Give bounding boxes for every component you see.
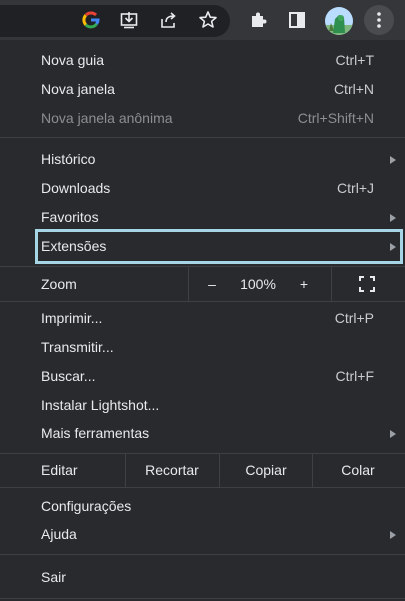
browser-toolbar (0, 0, 405, 40)
share-icon[interactable] (157, 8, 181, 32)
menu-item-find[interactable]: Buscar... Ctrl+F (0, 362, 405, 391)
menu-separator (0, 554, 405, 555)
menu-item-label: Ajuda (41, 526, 77, 542)
menu-item-label: Imprimir... (41, 310, 103, 326)
fullscreen-button[interactable] (352, 267, 382, 301)
menu-item-bookmarks[interactable]: Favoritos (0, 203, 405, 232)
google-icon[interactable] (79, 8, 103, 32)
menu-bottom-edge (0, 598, 405, 599)
side-panel-icon[interactable] (285, 8, 309, 32)
menu-item-label: Nova janela (41, 81, 115, 97)
zoom-divider (331, 267, 332, 301)
menu-item-label: Configurações (41, 498, 132, 514)
submenu-arrow-icon (390, 214, 396, 222)
menu-item-label: Instalar Lightshot... (41, 397, 160, 413)
menu-item-shortcut: Ctrl+Shift+N (297, 110, 374, 126)
extensions-icon[interactable] (246, 8, 270, 32)
menu-item-label: Nova guia (41, 52, 105, 68)
menu-item-label: Nova janela anônima (41, 110, 173, 126)
edit-label: Editar (41, 462, 78, 478)
chrome-main-menu: Nova guia Ctrl+T Nova janela Ctrl+N Nova… (0, 40, 405, 601)
zoom-out-button[interactable]: – (197, 267, 227, 301)
zoom-label: Zoom (41, 276, 77, 292)
menu-item-install-lightshot[interactable]: Instalar Lightshot... (0, 391, 405, 420)
menu-item-label: Favoritos (41, 209, 99, 225)
menu-item-more-tools[interactable]: Mais ferramentas (0, 419, 405, 448)
cut-button[interactable]: Recortar (126, 454, 218, 487)
menu-item-cast[interactable]: Transmitir... (0, 333, 405, 362)
install-app-icon[interactable] (117, 8, 141, 32)
menu-separator (0, 301, 405, 302)
menu-separator (0, 137, 405, 138)
menu-item-label: Mais ferramentas (41, 425, 150, 441)
menu-item-label: Transmitir... (41, 339, 114, 355)
zoom-divider (188, 267, 189, 301)
zoom-in-button[interactable]: + (289, 267, 319, 301)
submenu-arrow-icon (390, 430, 396, 438)
menu-item-shortcut: Ctrl+J (337, 180, 374, 196)
menu-item-shortcut: Ctrl+N (333, 81, 374, 97)
menu-item-shortcut: Ctrl+P (334, 310, 374, 326)
menu-item-label: Downloads (41, 180, 111, 196)
menu-item-label: Histórico (41, 151, 96, 167)
bookmark-star-icon[interactable] (196, 8, 220, 32)
menu-item-print[interactable]: Imprimir... Ctrl+P (0, 304, 405, 333)
more-menu-icon (377, 12, 381, 28)
zoom-level-value: 100% (240, 276, 276, 292)
copy-button[interactable]: Copiar (220, 454, 312, 487)
menu-item-exit[interactable]: Sair (0, 563, 405, 592)
menu-item-settings[interactable]: Configurações (0, 492, 405, 521)
menu-item-history[interactable]: Histórico (0, 145, 405, 174)
menu-item-shortcut: Ctrl+T (335, 52, 375, 68)
menu-item-help[interactable]: Ajuda (0, 520, 405, 549)
submenu-arrow-icon (390, 156, 396, 164)
menu-item-label: Extensões (41, 238, 107, 254)
submenu-arrow-icon (390, 531, 396, 539)
edit-row: Editar Recortar Copiar Colar (0, 454, 405, 487)
menu-item-new-tab[interactable]: Nova guia Ctrl+T (0, 46, 405, 75)
avatar[interactable] (325, 7, 353, 35)
menu-item-label: Buscar... (41, 368, 96, 384)
submenu-arrow-icon (390, 243, 396, 251)
menu-item-downloads[interactable]: Downloads Ctrl+J (0, 174, 405, 203)
menu-item-shortcut: Ctrl+F (335, 368, 375, 384)
menu-item-new-incognito-window[interactable]: Nova janela anônima Ctrl+Shift+N (0, 104, 405, 133)
menu-separator (0, 487, 405, 488)
more-menu-button[interactable] (364, 5, 394, 35)
paste-button[interactable]: Colar (313, 454, 403, 487)
menu-item-label: Sair (41, 569, 66, 585)
fullscreen-icon (359, 276, 375, 292)
zoom-row: Zoom – 100% + (0, 267, 405, 301)
menu-item-extensions[interactable]: Extensões (0, 232, 405, 261)
menu-item-new-window[interactable]: Nova janela Ctrl+N (0, 75, 405, 104)
